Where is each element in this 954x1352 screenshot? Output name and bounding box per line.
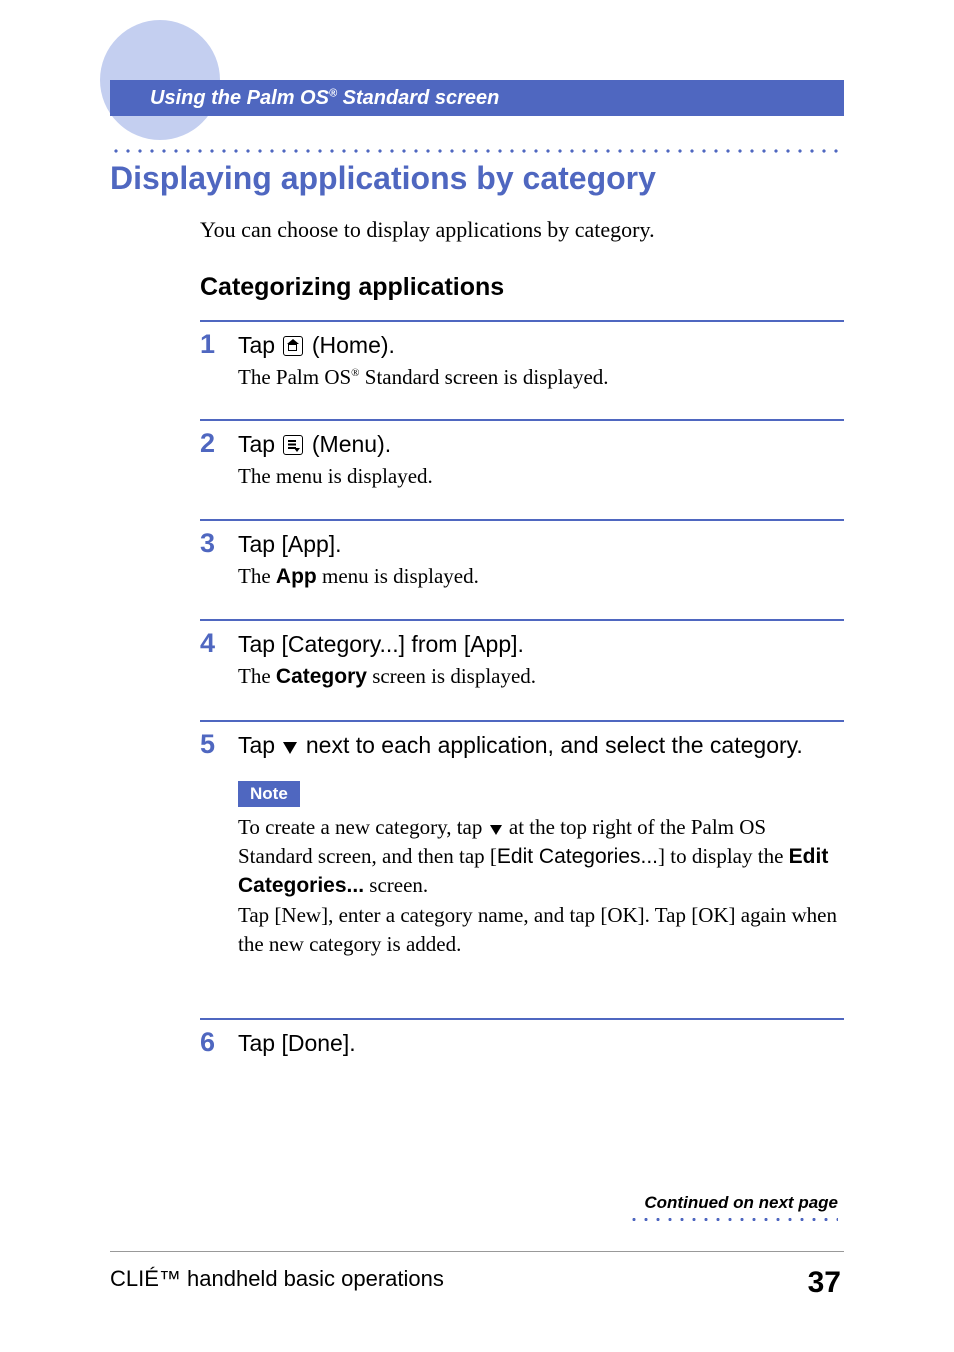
footer-rule xyxy=(110,1251,844,1252)
step-action: Tap [Category...] from [App]. xyxy=(238,629,844,660)
step-rule xyxy=(200,320,844,322)
note-label: Note xyxy=(238,781,300,807)
step: 3 Tap [App]. The App menu is displayed. xyxy=(200,529,844,591)
step: 4 Tap [Category...] from [App]. The Cate… xyxy=(200,629,844,691)
triangle-down-icon xyxy=(283,742,297,754)
content: Displaying applications by category You … xyxy=(110,120,844,1232)
header-title-sup: ® xyxy=(329,87,337,99)
step-detail-sup: ® xyxy=(351,367,359,379)
continued-dots xyxy=(628,1217,838,1222)
step-number: 4 xyxy=(200,629,238,691)
step-action: Tap (Home). xyxy=(238,330,844,361)
step-detail-pre: The Palm OS xyxy=(238,365,351,389)
step-body: Tap [Done]. xyxy=(238,1028,844,1061)
step-rule xyxy=(200,619,844,621)
note-part5: Tap [New], enter a category name, and ta… xyxy=(238,903,837,956)
step-detail-post: menu is displayed. xyxy=(317,564,479,588)
step-rule xyxy=(200,720,844,722)
page-number: 37 xyxy=(808,1266,841,1300)
step-body: Tap (Menu). The menu is displayed. xyxy=(238,429,844,490)
section-title: Displaying applications by category xyxy=(110,160,844,197)
step-action-post: (Home). xyxy=(305,332,394,358)
step-number: 2 xyxy=(200,429,238,490)
step-action: Tap [App]. xyxy=(238,529,844,560)
header-title-post: Standard screen xyxy=(337,87,499,109)
step-number: 5 xyxy=(200,730,238,990)
step-body: Tap (Home). The Palm OS® Standard screen… xyxy=(238,330,844,391)
step-detail: The Palm OS® Standard screen is displaye… xyxy=(238,363,844,391)
step-detail: The Category screen is displayed. xyxy=(238,662,844,691)
note-edit-label: Edit Categories... xyxy=(497,845,658,868)
menu-icon xyxy=(283,435,303,455)
step-number: 6 xyxy=(200,1028,238,1061)
step-detail-bold: App xyxy=(276,565,317,588)
step: 6 Tap [Done]. xyxy=(200,1028,844,1061)
step-rule xyxy=(200,519,844,521)
step-body: Tap next to each application, and select… xyxy=(238,730,844,990)
page: Using the Palm OS® Standard screen Displ… xyxy=(0,0,954,1352)
step-rule xyxy=(200,419,844,421)
header-title-pre: Using the Palm OS xyxy=(150,87,329,109)
note-part3: ] to display the xyxy=(658,844,789,868)
triangle-down-icon xyxy=(490,825,502,835)
step-action-post: (Menu). xyxy=(305,431,391,457)
home-icon xyxy=(283,336,303,356)
step-detail-post: screen is displayed. xyxy=(367,664,536,688)
step-number: 1 xyxy=(200,330,238,391)
step-body: Tap [App]. The App menu is displayed. xyxy=(238,529,844,591)
step-detail: The App menu is displayed. xyxy=(238,562,844,591)
step-action-pre: Tap xyxy=(238,732,281,758)
header-bar: Using the Palm OS® Standard screen xyxy=(110,80,844,116)
step-detail-pre: The xyxy=(238,664,276,688)
step-action-post: next to each application, and select the… xyxy=(299,732,802,758)
step: 5 Tap next to each application, and sele… xyxy=(200,730,844,990)
step-detail-bold: Category xyxy=(276,665,367,688)
note-part4: screen. xyxy=(364,873,428,897)
step: 2 Tap (Menu). The menu is displayed. xyxy=(200,429,844,490)
step-number: 3 xyxy=(200,529,238,591)
note-body: To create a new category, tap at the top… xyxy=(238,813,844,960)
step-action: Tap [Done]. xyxy=(238,1028,844,1059)
continued-text: Continued on next page xyxy=(628,1193,838,1213)
footer-left: CLIÉ™ handheld basic operations xyxy=(110,1266,444,1292)
step-detail-pre: The xyxy=(238,564,276,588)
step: 1 Tap (Home). The Palm OS® Standard scre… xyxy=(200,330,844,391)
step-action-pre: Tap xyxy=(238,431,281,457)
step-action: Tap (Menu). xyxy=(238,429,844,460)
step-action-pre: Tap xyxy=(238,332,281,358)
step-rule xyxy=(200,1018,844,1020)
step-detail-post: Standard screen is displayed. xyxy=(360,365,609,389)
note-part1: To create a new category, tap xyxy=(238,815,488,839)
steps-list: 1 Tap (Home). The Palm OS® Standard scre… xyxy=(200,320,844,1061)
step-body: Tap [Category...] from [App]. The Catego… xyxy=(238,629,844,691)
step-detail: The menu is displayed. xyxy=(238,462,844,490)
dotted-rule xyxy=(110,148,844,154)
header-title: Using the Palm OS® Standard screen xyxy=(150,87,499,110)
intro-text: You can choose to display applications b… xyxy=(200,217,844,243)
step-action: Tap next to each application, and select… xyxy=(238,730,844,761)
sub-title: Categorizing applications xyxy=(200,273,844,302)
continued-block: Continued on next page xyxy=(628,1193,838,1222)
